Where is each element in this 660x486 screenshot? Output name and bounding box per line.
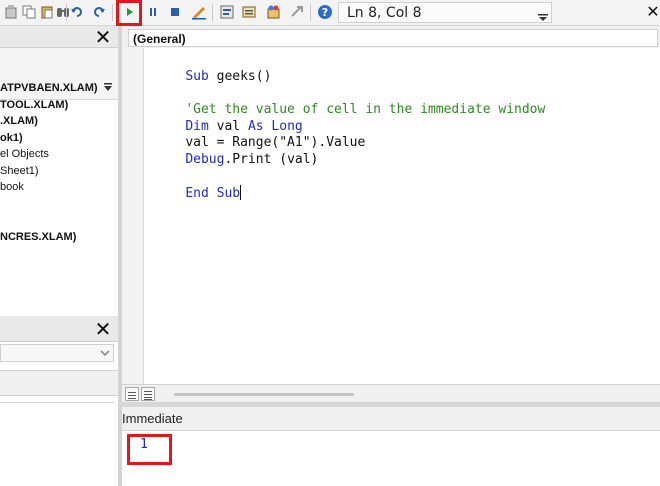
redo-icon[interactable] [90,3,108,21]
code-horizontal-scrollbar[interactable] [122,384,660,402]
code-editor[interactable]: Sub geeks() 'Get the value of cell in th… [144,48,660,384]
break-icon[interactable] [144,3,162,21]
properties-icon[interactable] [240,3,258,21]
code-window-header: (General) [122,26,660,48]
text-caret [240,185,242,200]
run-highlight-box [116,0,142,26]
code-keyword: End Sub [185,186,241,201]
object-select-value: (General) [133,32,186,46]
properties-object-select[interactable] [0,344,114,362]
project-explorer-header: ✕ [0,26,118,48]
tree-item[interactable]: NCRES.XLAM) [0,231,76,243]
reset-icon[interactable] [166,3,184,21]
delete-icon[interactable] [2,3,20,21]
toolbox-icon[interactable] [288,3,306,21]
tree-item[interactable]: el Objects [0,148,49,160]
procedure-view-icon[interactable] [125,387,139,401]
tree-item[interactable]: ok1) [0,132,23,144]
tree-item-label: ok1) [0,132,23,144]
scroll-thumb[interactable] [174,393,354,396]
project-explorer-panel: ✕ ATPVBAEN.XLAM) TOOL.XLAM) .XLAM) ok1) … [0,26,118,316]
svg-text:?: ? [322,6,328,19]
immediate-window[interactable]: 1 [122,431,660,486]
close-properties-icon[interactable]: ✕ [94,319,112,339]
toolbar-options-dropdown-icon[interactable] [537,14,549,22]
properties-grid [0,402,114,486]
code-margin-indicator-bar[interactable] [122,48,144,384]
tree-item-label: el Objects [0,148,49,160]
tree-item-label: NCRES.XLAM) [0,231,77,243]
tree-item-label: TOOL.XLAM) [0,99,69,111]
toolbar-separator [112,4,113,21]
tree-item-label: .XLAM) [0,115,38,127]
tree-item[interactable]: book [0,181,24,193]
cursor-position-text: Ln 8, Col 8 [347,5,422,21]
tree-item[interactable]: Sheet1) [0,165,39,177]
full-module-view-icon[interactable] [141,387,155,401]
project-explorer-icon[interactable] [218,3,236,21]
close-project-explorer-icon[interactable]: ✕ [94,27,112,47]
tree-item[interactable]: ATPVBAEN.XLAM) [0,82,98,94]
tree-item-label: Sheet1) [0,165,39,177]
toolbar-separator [310,4,311,21]
object-select[interactable]: (General) [128,29,658,47]
close-icon[interactable]: ✕ [644,3,660,21]
tree-item-label: book [0,181,24,193]
properties-tabs [0,370,118,396]
standard-toolbar: ? Ln 8, Col 8 ✕ [0,0,660,26]
help-icon[interactable]: ? [316,3,334,21]
code-keyword: Debug [185,152,225,167]
immediate-window-header: Immediate [122,407,660,431]
properties-panel: ✕ [0,316,118,486]
object-browser-icon[interactable] [264,3,282,21]
chevron-down-icon [100,350,110,356]
tree-item[interactable]: TOOL.XLAM) [0,99,68,111]
code-text: .Print (val) [224,152,319,167]
code-keyword: Sub [185,69,209,84]
copy-icon[interactable] [20,3,38,21]
design-mode-icon[interactable] [190,3,208,21]
cursor-position-field: Ln 8, Col 8 [338,2,552,23]
output-highlight-box [127,434,172,465]
undo-icon[interactable] [68,3,86,21]
properties-header: ✕ [0,316,118,342]
tree-item-label: ATPVBAEN.XLAM) [0,82,98,94]
immediate-window-title: Immediate [122,411,183,426]
code-text: geeks() [208,69,272,84]
scroll-down-icon[interactable] [103,82,113,92]
toolbar-separator [66,4,67,21]
tree-item[interactable]: .XLAM) [0,115,38,127]
toolbar-separator [212,4,213,21]
code-line: End Sub [154,170,242,216]
